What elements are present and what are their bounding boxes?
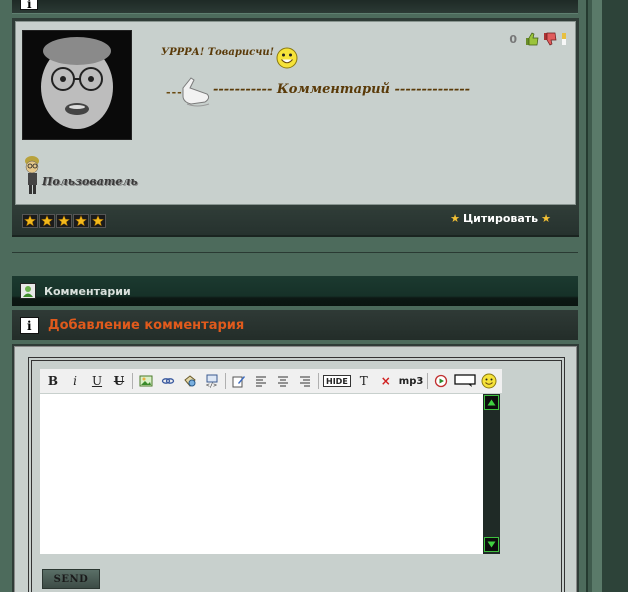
add-comment-title: Добавление комментария xyxy=(48,318,245,333)
side-bar-line xyxy=(586,0,588,592)
align-left-icon[interactable] xyxy=(252,372,270,390)
hide-button[interactable]: HIDE xyxy=(323,375,351,387)
bold-button[interactable]: B xyxy=(44,372,62,390)
textarea-scrollbar[interactable] xyxy=(483,394,500,554)
editor-toolbar: B i U U </> HIDE T × mp3 xyxy=(40,369,502,393)
user-rank-label: Пользователь xyxy=(42,175,138,188)
info-icon xyxy=(20,317,39,334)
star-icon[interactable] xyxy=(90,214,106,228)
editor-panel: B i U U </> HIDE T × mp3 SEND xyxy=(14,346,577,592)
hand-icon xyxy=(182,77,210,107)
mp3-button[interactable]: mp3 xyxy=(399,372,424,390)
svg-text:</>: </> xyxy=(206,382,217,388)
smiley-icon[interactable] xyxy=(480,372,498,390)
comment-body: Пользователь 0 УРРРА! Товарисчи! --- ---… xyxy=(15,21,576,205)
toolbar-separator xyxy=(225,373,226,389)
rating-stars[interactable] xyxy=(22,214,106,228)
section-divider xyxy=(12,252,578,253)
avatar-image xyxy=(23,31,131,139)
italic-button[interactable]: i xyxy=(66,372,84,390)
edit-icon[interactable] xyxy=(230,372,248,390)
speech-bubble-icon[interactable] xyxy=(454,372,476,390)
star-icon[interactable] xyxy=(73,214,89,228)
comments-header-label: Комментарии xyxy=(44,285,131,298)
scroll-down-button[interactable] xyxy=(484,537,499,552)
send-button[interactable]: SEND xyxy=(42,569,100,589)
star-icon[interactable] xyxy=(56,214,72,228)
scroll-up-button[interactable] xyxy=(484,395,499,410)
star-icon: ★ xyxy=(450,212,460,225)
comments-header: Комментарии xyxy=(12,276,578,306)
comment-block: Пользователь 0 УРРРА! Товарисчи! --- ---… xyxy=(12,18,579,208)
editor-frame-inner: B i U U </> HIDE T × mp3 SEND xyxy=(31,360,562,592)
right-side-bars xyxy=(586,0,628,592)
comments-top-bar xyxy=(12,0,578,14)
toolbar-separator xyxy=(318,373,319,389)
star-icon: ★ xyxy=(541,212,551,225)
align-center-icon[interactable] xyxy=(274,372,292,390)
email-link-icon[interactable] xyxy=(181,372,199,390)
comment-footer: ★ Цитировать ★ xyxy=(12,205,579,237)
thumbs-down-icon[interactable] xyxy=(543,32,557,46)
image-icon[interactable] xyxy=(137,372,155,390)
vote-indicator-icon xyxy=(562,33,566,45)
editor-frame: B i U U </> HIDE T × mp3 SEND xyxy=(28,357,565,592)
user-icon xyxy=(20,283,36,299)
avatar[interactable] xyxy=(22,30,132,140)
add-comment-header: Добавление комментария xyxy=(12,310,578,340)
comment-divider: --- ----------- Комментарий ------------… xyxy=(161,77,470,107)
link-icon[interactable] xyxy=(159,372,177,390)
side-bar-dark xyxy=(602,0,628,592)
vote-score: 0 xyxy=(509,32,517,46)
side-bar-stripe xyxy=(592,0,602,592)
comment-textarea[interactable] xyxy=(40,394,483,554)
star-icon[interactable] xyxy=(22,214,38,228)
thumbs-up-icon[interactable] xyxy=(525,32,539,46)
underline-button[interactable]: U xyxy=(88,372,106,390)
comment-editor: B i U U </> HIDE T × mp3 SEND xyxy=(12,344,579,592)
toolbar-separator xyxy=(427,373,429,389)
user-rank-icon xyxy=(25,156,39,194)
quote-button[interactable]: ★ Цитировать ★ xyxy=(450,212,551,225)
comment-text: УРРРА! Товарисчи! xyxy=(161,47,275,58)
quote-label: Цитировать xyxy=(462,212,539,225)
divider-title: ----------- Комментарий -------------- xyxy=(213,82,471,97)
text-color-button[interactable]: T xyxy=(355,372,373,390)
align-right-icon[interactable] xyxy=(296,372,314,390)
strikethrough-button[interactable]: U xyxy=(110,372,128,390)
remove-format-button[interactable]: × xyxy=(377,372,395,390)
user-rank: Пользователь xyxy=(22,154,138,198)
vote-box: 0 xyxy=(509,31,567,47)
comment-textarea-wrap xyxy=(40,394,500,554)
smiley-icon xyxy=(276,47,298,69)
code-icon[interactable]: </> xyxy=(203,372,221,390)
info-icon xyxy=(20,0,38,11)
toolbar-separator xyxy=(132,373,133,389)
star-icon[interactable] xyxy=(39,214,55,228)
video-icon[interactable] xyxy=(432,372,450,390)
